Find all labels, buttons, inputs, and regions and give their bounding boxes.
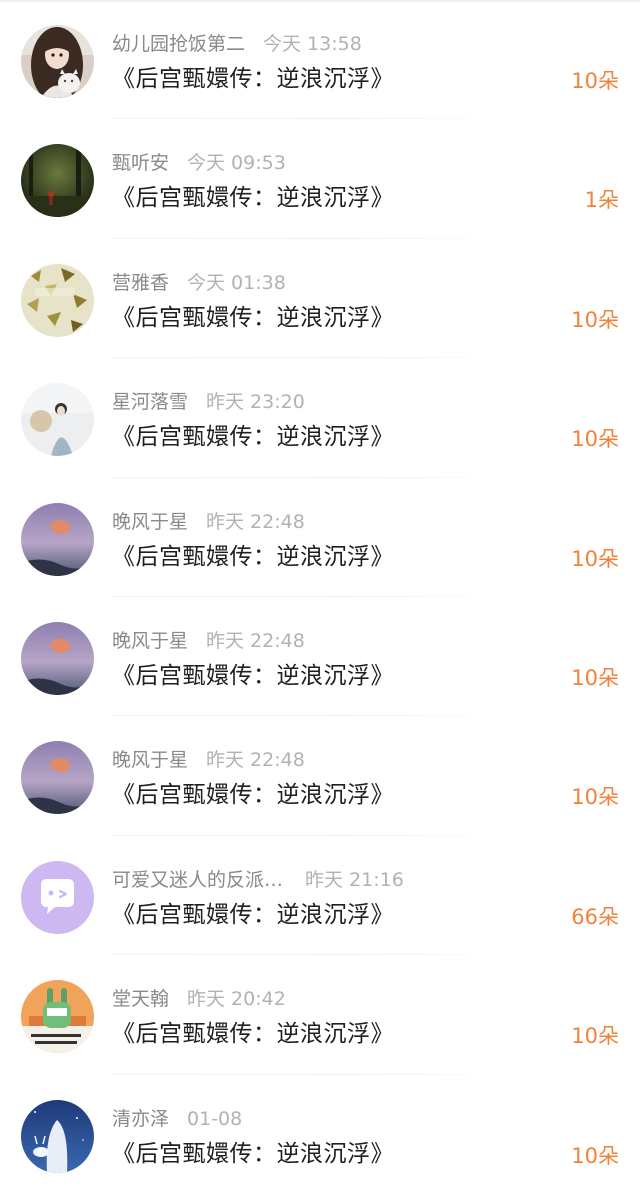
item-meta: 堂天翰 昨天 20:42 [112,986,286,1012]
item-time: 昨天 22:48 [206,510,305,533]
gift-count: 10朵 [571,666,619,690]
avatar-default-chat-icon[interactable] [21,860,94,934]
user-name[interactable]: 堂天翰 [112,988,169,1010]
avatar-sunset-sky-icon[interactable] [21,502,94,576]
avatar-white-deer-icon[interactable] [21,1099,94,1173]
gift-count: 10朵 [571,546,619,571]
list-item[interactable]: 星河落雪 昨天 23:20 《后宫甄嬛传：逆浪沉浮》 10朵 [0,358,640,478]
avatar-girl-with-cat-icon[interactable] [21,25,94,98]
item-time: 01-08 [187,1107,243,1130]
user-name[interactable]: 晚风于星 [112,630,188,652]
book-title[interactable]: 《后宫甄嬛传：逆浪沉浮》 [112,898,394,932]
book-title[interactable]: 《后宫甄嬛传：逆浪沉浮》 [112,1017,394,1051]
item-time: 今天 09:53 [187,152,286,175]
avatar-leaves-icon[interactable] [21,263,94,337]
avatar-woman-with-fan-icon[interactable] [21,383,94,457]
user-name[interactable]: 清亦泽 [112,1108,169,1130]
avatar-sunset-sky-icon[interactable] [21,622,94,695]
gift-count: 10朵 [571,1143,619,1168]
item-time: 今天 13:58 [263,33,362,55]
item-meta: 晚风于星 昨天 22:48 [112,509,305,535]
gift-count: 10朵 [571,427,619,452]
item-meta: 营雅香 今天 01:38 [112,270,286,296]
list-item[interactable]: 甄听安 今天 09:53 《后宫甄嬛传：逆浪沉浮》 1朵 [0,119,640,239]
avatar-cartoon-rabbit-icon[interactable] [21,980,94,1054]
item-meta: 可爱又迷人的反派… 昨天 21:16 [112,867,404,893]
avatar-sunset-sky-icon[interactable] [21,741,94,815]
gift-count: 10朵 [571,785,619,810]
user-name[interactable]: 晚风于星 [112,749,188,771]
book-title[interactable]: 《后宫甄嬛传：逆浪沉浮》 [112,659,394,693]
user-name[interactable]: 营雅香 [112,272,169,294]
list-item[interactable]: 堂天翰 昨天 20:42 《后宫甄嬛传：逆浪沉浮》 10朵 [0,955,640,1075]
list-item[interactable]: 晚风于星 昨天 22:48 《后宫甄嬛传：逆浪沉浮》 10朵 [0,478,640,597]
item-time: 今天 01:38 [187,271,286,294]
gift-count: 10朵 [571,307,619,332]
avatar-forest-figure-icon[interactable] [21,144,94,218]
gift-count: 1朵 [584,188,619,213]
item-time: 昨天 21:16 [305,868,404,891]
book-title[interactable]: 《后宫甄嬛传：逆浪沉浮》 [112,181,394,215]
item-meta: 甄听安 今天 09:53 [112,150,286,176]
item-time: 昨天 22:48 [206,749,305,772]
list-item[interactable]: 清亦泽 01-08 《后宫甄嬛传：逆浪沉浮》 10朵 [0,1075,640,1194]
list-item[interactable]: 可爱又迷人的反派… 昨天 21:16 《后宫甄嬛传：逆浪沉浮》 66朵 [0,836,640,956]
gift-count: 10朵 [571,1024,619,1049]
gift-count: 66朵 [571,904,619,929]
user-name[interactable]: 晚风于星 [112,511,188,533]
list-item[interactable]: 晚风于星 昨天 22:48 《后宫甄嬛传：逆浪沉浮》 10朵 [0,597,640,717]
item-meta: 晚风于星 昨天 22:48 [112,628,305,654]
item-time: 昨天 20:42 [187,988,286,1011]
list-item[interactable]: 幼儿园抢饭第二 今天 13:58 《后宫甄嬛传：逆浪沉浮》 10朵 [0,0,640,120]
item-meta: 星河落雪 昨天 23:20 [112,389,305,415]
item-meta: 晚风于星 昨天 22:48 [112,747,305,773]
item-meta: 清亦泽 01-08 [112,1106,242,1132]
book-title[interactable]: 《后宫甄嬛传：逆浪沉浮》 [112,1137,394,1171]
user-name[interactable]: 星河落雪 [112,391,188,413]
gift-count: 10朵 [571,69,619,93]
list-item[interactable]: 营雅香 今天 01:38 《后宫甄嬛传：逆浪沉浮》 10朵 [0,239,640,359]
user-name[interactable]: 可爱又迷人的反派… [112,869,283,891]
user-name[interactable]: 幼儿园抢饭第二 [112,33,245,55]
book-title[interactable]: 《后宫甄嬛传：逆浪沉浮》 [112,420,394,454]
book-title[interactable]: 《后宫甄嬛传：逆浪沉浮》 [112,540,394,574]
user-name[interactable]: 甄听安 [112,152,169,174]
book-title[interactable]: 《后宫甄嬛传：逆浪沉浮》 [112,62,394,96]
item-time: 昨天 23:20 [206,391,305,414]
book-title[interactable]: 《后宫甄嬛传：逆浪沉浮》 [112,301,394,335]
list-item[interactable]: 晚风于星 昨天 22:48 《后宫甄嬛传：逆浪沉浮》 10朵 [0,716,640,836]
item-meta: 幼儿园抢饭第二 今天 13:58 [112,31,362,57]
item-time: 昨天 22:48 [206,630,305,652]
book-title[interactable]: 《后宫甄嬛传：逆浪沉浮》 [112,778,394,812]
